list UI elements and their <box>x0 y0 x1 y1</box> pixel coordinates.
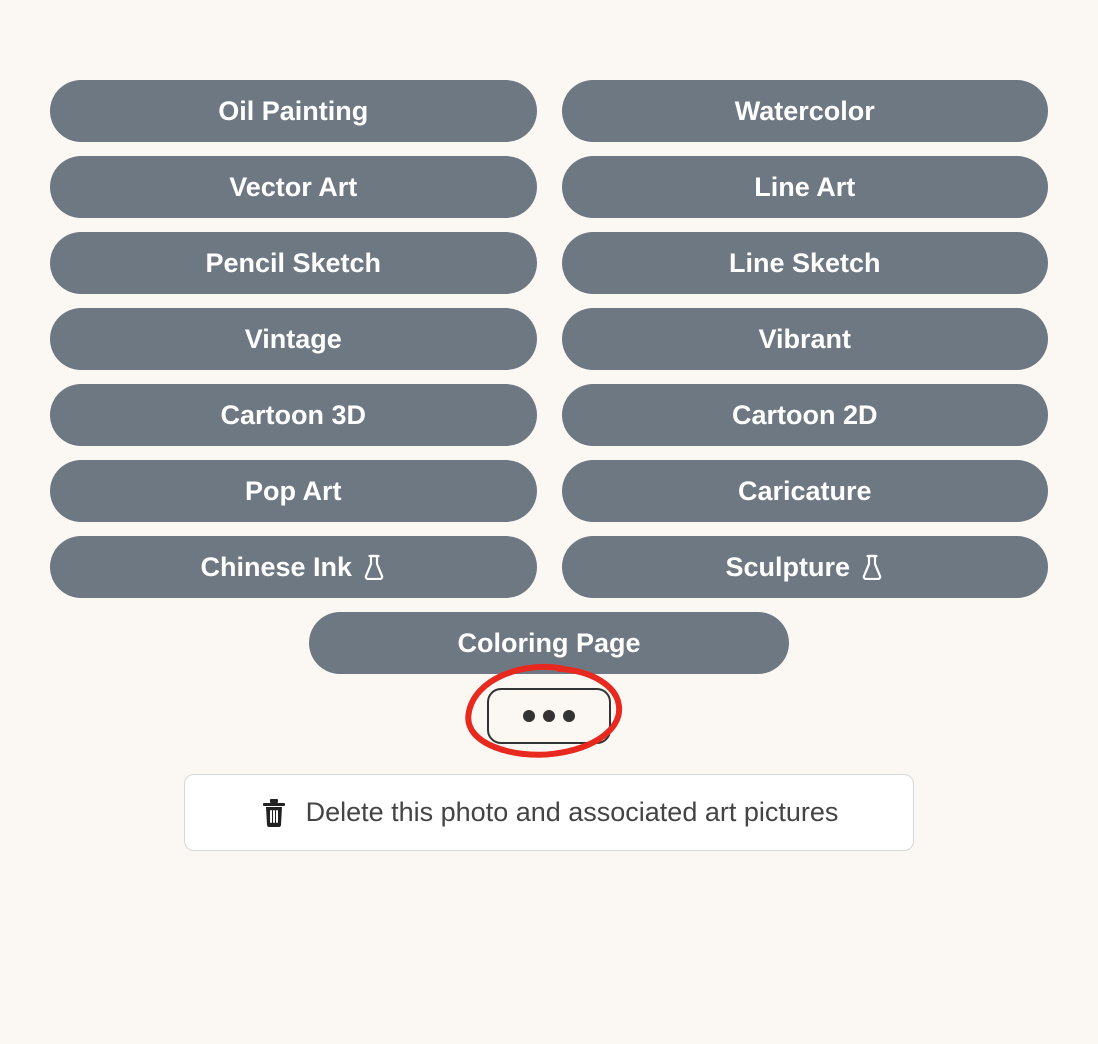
delete-button[interactable]: Delete this photo and associated art pic… <box>184 774 914 851</box>
delete-row: Delete this photo and associated art pic… <box>50 774 1048 851</box>
style-pop-art[interactable]: Pop Art <box>50 460 537 522</box>
trash-icon <box>260 798 288 828</box>
style-vector-art[interactable]: Vector Art <box>50 156 537 218</box>
style-coloring-page[interactable]: Coloring Page <box>309 612 789 674</box>
style-line-art[interactable]: Line Art <box>562 156 1049 218</box>
dot-icon <box>563 710 575 722</box>
style-label: Cartoon 3D <box>220 400 366 431</box>
style-label: Line Art <box>754 172 855 203</box>
style-cartoon-3d[interactable]: Cartoon 3D <box>50 384 537 446</box>
style-label: Watercolor <box>735 96 875 127</box>
style-caricature[interactable]: Caricature <box>562 460 1049 522</box>
style-label: Vector Art <box>229 172 357 203</box>
style-label: Sculpture <box>725 552 850 583</box>
style-sculpture[interactable]: Sculpture <box>562 536 1049 598</box>
style-label: Pop Art <box>245 476 342 507</box>
style-cartoon-2d[interactable]: Cartoon 2D <box>562 384 1049 446</box>
style-label: Vintage <box>245 324 342 355</box>
delete-label: Delete this photo and associated art pic… <box>306 797 839 828</box>
style-label: Pencil Sketch <box>205 248 381 279</box>
more-button[interactable] <box>487 688 611 744</box>
style-chinese-ink[interactable]: Chinese Ink <box>50 536 537 598</box>
dot-icon <box>543 710 555 722</box>
dot-icon <box>523 710 535 722</box>
style-picker-container: Oil Painting Watercolor Vector Art Line … <box>0 0 1098 851</box>
style-line-sketch[interactable]: Line Sketch <box>562 232 1049 294</box>
flask-icon <box>362 554 386 580</box>
style-vibrant[interactable]: Vibrant <box>562 308 1049 370</box>
flask-icon <box>860 554 884 580</box>
style-label: Vibrant <box>758 324 851 355</box>
style-pencil-sketch[interactable]: Pencil Sketch <box>50 232 537 294</box>
style-grid: Oil Painting Watercolor Vector Art Line … <box>50 80 1048 598</box>
more-row <box>50 688 1048 744</box>
style-label: Line Sketch <box>729 248 881 279</box>
style-label: Cartoon 2D <box>732 400 878 431</box>
style-oil-painting[interactable]: Oil Painting <box>50 80 537 142</box>
style-label: Coloring Page <box>457 628 640 659</box>
style-label: Chinese Ink <box>200 552 352 583</box>
style-label: Oil Painting <box>218 96 368 127</box>
style-watercolor[interactable]: Watercolor <box>562 80 1049 142</box>
style-row-center: Coloring Page <box>50 612 1048 674</box>
style-label: Caricature <box>738 476 872 507</box>
style-vintage[interactable]: Vintage <box>50 308 537 370</box>
